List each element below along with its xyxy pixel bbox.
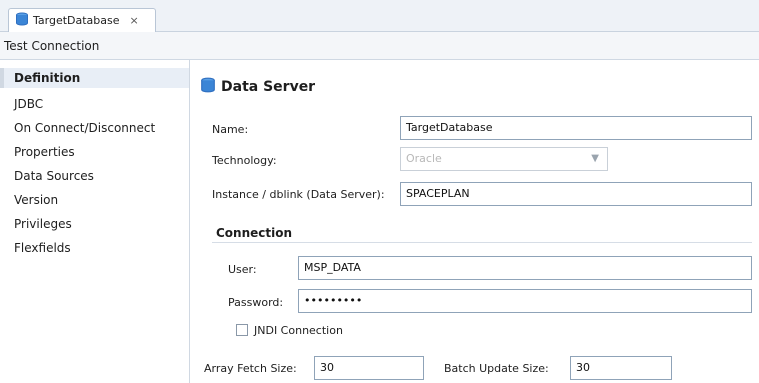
batch-update-field[interactable]: 30	[570, 356, 672, 380]
database-icon	[200, 77, 216, 97]
section-title-label: Data Server	[221, 79, 316, 95]
editor-tab-strip: TargetDatabase ×	[0, 0, 759, 32]
sidebar-item-data-sources[interactable]: Data Sources	[0, 164, 189, 188]
array-fetch-label: Array Fetch Size:	[204, 362, 297, 375]
user-label: User:	[228, 263, 257, 276]
sidebar-item-properties[interactable]: Properties	[0, 140, 189, 164]
sidebar-item-flexfields[interactable]: Flexfields	[0, 236, 189, 260]
instance-field[interactable]: SPACEPLAN	[400, 182, 752, 206]
technology-value: Oracle	[406, 152, 442, 165]
sidebar-item-jdbc[interactable]: JDBC	[0, 92, 189, 116]
array-fetch-field[interactable]: 30	[314, 356, 424, 380]
instance-label: Instance / dblink (Data Server):	[212, 188, 385, 201]
password-label: Password:	[228, 296, 284, 309]
editor-toolbar: Test Connection	[0, 32, 759, 60]
user-field[interactable]: MSP_DATA	[298, 256, 752, 280]
technology-label: Technology:	[212, 154, 277, 167]
database-icon	[15, 12, 29, 29]
sidebar-nav: Definition JDBC On Connect/Disconnect Pr…	[0, 60, 190, 383]
name-field[interactable]: TargetDatabase	[400, 116, 752, 140]
sidebar-item-version[interactable]: Version	[0, 188, 189, 212]
sidebar-item-definition[interactable]: Definition	[0, 68, 189, 88]
main-panel: Data Server Name: TargetDatabase Technol…	[190, 60, 759, 383]
test-connection-button[interactable]: Test Connection	[4, 39, 99, 53]
tab-label: TargetDatabase	[33, 14, 120, 27]
section-title: Data Server	[200, 77, 315, 97]
sidebar-item-privileges[interactable]: Privileges	[0, 212, 189, 236]
password-field[interactable]: •••••••••	[298, 289, 752, 313]
chevron-down-icon: ▼	[591, 153, 599, 164]
tab-target-database[interactable]: TargetDatabase ×	[8, 8, 156, 32]
jndi-checkbox[interactable]	[236, 324, 248, 336]
sidebar-item-on-connect-disconnect[interactable]: On Connect/Disconnect	[0, 116, 189, 140]
technology-select[interactable]: Oracle ▼	[400, 147, 608, 171]
name-label: Name:	[212, 123, 249, 136]
connection-divider	[212, 242, 752, 243]
jndi-label: JNDI Connection	[254, 324, 343, 337]
batch-update-label: Batch Update Size:	[444, 362, 549, 375]
close-icon[interactable]: ×	[130, 14, 139, 27]
connection-heading: Connection	[216, 226, 293, 240]
